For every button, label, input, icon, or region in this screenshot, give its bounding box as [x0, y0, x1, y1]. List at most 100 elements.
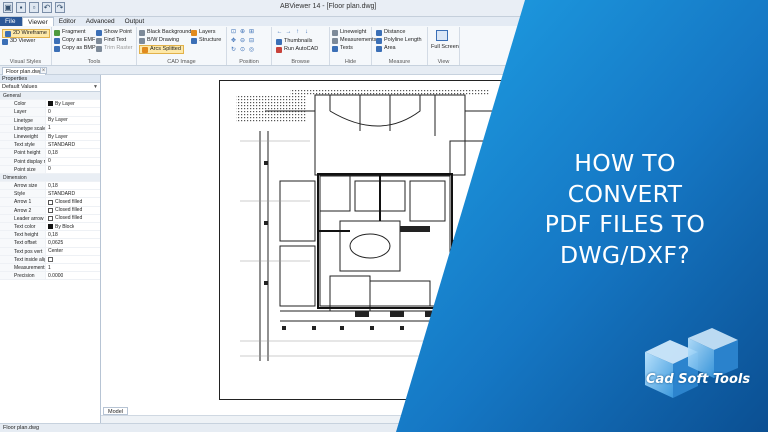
copy-bmp-button[interactable]: Copy as BMP [54, 45, 96, 52]
property-row[interactable]: Point size 0 [0, 165, 100, 174]
zoom-in-icon[interactable]: ⊕ [239, 29, 246, 35]
checkbox[interactable] [48, 256, 53, 262]
property-value[interactable]: Closed filled [46, 207, 82, 214]
layers-button[interactable]: Layers [191, 29, 216, 36]
property-row[interactable]: Linetype scale 1 [0, 124, 100, 133]
lineweight-toggle[interactable]: Lineweight [332, 29, 366, 36]
property-value[interactable]: 1 [46, 264, 51, 271]
area-button[interactable]: Area [376, 45, 396, 52]
property-value[interactable]: 0,18 [46, 182, 58, 189]
property-value[interactable]: By Layer [46, 133, 68, 140]
property-category[interactable]: General [0, 92, 100, 101]
property-category[interactable]: Dimension [0, 173, 100, 183]
property-row[interactable]: Point display m0 [0, 157, 100, 166]
property-row[interactable]: Precision 0.0000 [0, 272, 100, 281]
save-icon[interactable]: ▪ [16, 2, 26, 13]
full-screen-button[interactable]: Full Screen [431, 44, 459, 51]
bw-drawing-button[interactable]: B/W Drawing [139, 37, 179, 44]
property-key: Point display m [0, 157, 46, 165]
property-row[interactable]: Layer 0 [0, 108, 100, 117]
fullscreen-icon[interactable] [436, 30, 448, 41]
measurements-toggle[interactable]: Measurements [332, 37, 376, 44]
zoom-fit-icon[interactable]: ⊟ [248, 38, 255, 44]
tab-viewer[interactable]: Viewer [22, 17, 54, 26]
property-value[interactable]: STANDARD [46, 190, 75, 197]
property-row[interactable]: Lineweight By Layer [0, 132, 100, 142]
property-value[interactable]: STANDARD [46, 141, 75, 148]
fragment-button[interactable]: Fragment [54, 29, 86, 36]
texts-toggle[interactable]: Texts [332, 45, 353, 52]
trim-raster-button[interactable]: Trim Raster [96, 45, 133, 52]
property-row[interactable]: Style STANDARD [0, 190, 100, 199]
open-icon[interactable]: ▫ [29, 2, 39, 13]
property-row[interactable]: Text color By Block [0, 223, 100, 232]
pan-icon[interactable]: ✥ [230, 38, 237, 44]
property-value[interactable]: By Block [46, 223, 74, 230]
arrow-right-icon[interactable]: → [285, 29, 292, 35]
close-icon[interactable]: × [40, 67, 47, 74]
horizontal-scrollbar[interactable] [101, 415, 768, 423]
property-row[interactable]: Arrow 2 Closed filled [0, 206, 100, 215]
property-value[interactable]: 0,18 [46, 231, 58, 238]
property-row[interactable]: Arrow size 0,18 [0, 182, 100, 191]
run-autocad-button[interactable]: Run AutoCAD [276, 46, 318, 53]
rotate-icon[interactable]: ↻ [230, 47, 237, 53]
property-row[interactable]: Text pos vert Center [0, 247, 100, 256]
redo-icon[interactable]: ↷ [55, 2, 65, 13]
property-value[interactable]: 0,0625 [46, 239, 63, 246]
tab-output[interactable]: Output [120, 17, 150, 26]
property-row[interactable]: Linetype By Layer [0, 116, 100, 125]
property-value-text: By Layer [48, 117, 68, 124]
arrow-down-icon[interactable]: ↓ [303, 29, 310, 35]
property-value[interactable]: 0.0000 [46, 272, 63, 279]
copy-emf-button[interactable]: Copy as EMF [54, 37, 95, 44]
property-key: Layer [0, 108, 46, 116]
property-row[interactable]: Arrow 1 Closed filled [0, 198, 100, 207]
arrow-left-icon[interactable]: ← [276, 29, 283, 35]
property-value[interactable]: By Layer [46, 117, 68, 124]
drawing-canvas[interactable] [101, 75, 768, 407]
structure-button[interactable]: Structure [191, 37, 221, 44]
wireframe-2d-button[interactable]: 2D Wireframe [2, 29, 50, 38]
property-row[interactable]: Measurements 1 [0, 263, 100, 273]
property-value[interactable] [46, 256, 55, 263]
zoom-out-icon[interactable]: ⊖ [239, 38, 246, 44]
property-row[interactable]: Text offset 0,0625 [0, 239, 100, 248]
property-value[interactable]: 1 [46, 125, 51, 132]
thumbnails-button[interactable]: Thumbnails [276, 38, 312, 45]
property-row[interactable]: Text style STANDARD [0, 141, 100, 150]
arrow-up-icon[interactable]: ↑ [294, 29, 301, 35]
property-value[interactable]: Closed filled [46, 198, 82, 205]
run-autocad-label: Run AutoCAD [284, 46, 319, 52]
find-text-button[interactable]: Find Text [96, 37, 126, 44]
property-row[interactable]: Leader arrow Closed filled [0, 214, 100, 223]
black-background-button[interactable]: Black Background [139, 29, 191, 36]
tab-advanced[interactable]: Advanced [81, 17, 120, 26]
property-value[interactable]: 0 [46, 158, 51, 165]
property-row[interactable]: Text height 0,18 [0, 231, 100, 240]
arcs-splitted-button[interactable]: Arcs Splitted [139, 45, 184, 54]
property-value[interactable]: Closed filled [46, 215, 82, 222]
zoom-extents-icon[interactable]: ⊞ [248, 29, 255, 35]
orbit-icon[interactable]: ◎ [248, 47, 255, 53]
property-row[interactable]: Text inside alig [0, 255, 100, 264]
property-value[interactable]: Center [46, 248, 63, 255]
zoom-realtime-icon[interactable]: ⊙ [239, 47, 246, 53]
property-value[interactable]: By Layer [46, 100, 75, 107]
viewer-3d-button[interactable]: 3D Viewer [2, 38, 35, 45]
property-row[interactable]: Color By Layer [0, 100, 100, 109]
tab-editor[interactable]: Editor [54, 17, 81, 26]
property-row[interactable]: Point height 0,18 [0, 149, 100, 158]
app-icon[interactable]: ▣ [3, 2, 13, 13]
zoom-window-icon[interactable]: ⊡ [230, 29, 237, 35]
distance-button[interactable]: Distance [376, 29, 405, 36]
properties-selector[interactable]: Default Values ▼ [0, 83, 100, 92]
property-value[interactable]: 0 [46, 166, 51, 173]
polyline-length-button[interactable]: Polyline Length [376, 37, 422, 44]
show-point-button[interactable]: Show Point [96, 29, 132, 36]
model-tab[interactable]: Model [103, 407, 128, 415]
property-value[interactable]: 0,18 [46, 149, 58, 156]
tab-file[interactable]: File [0, 17, 22, 26]
undo-icon[interactable]: ↶ [42, 2, 52, 13]
property-value[interactable]: 0 [46, 108, 51, 115]
